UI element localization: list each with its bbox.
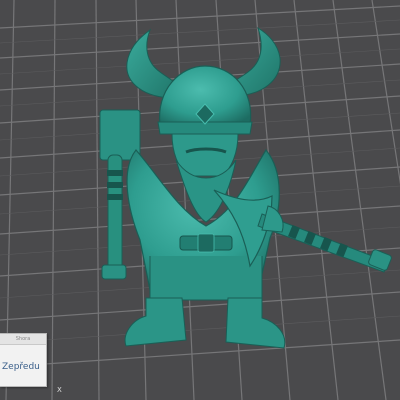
3d-viewport[interactable]: Shora Zepředu X bbox=[0, 0, 400, 400]
left-boot bbox=[124, 297, 187, 347]
view-cube-front-label[interactable]: Zepředu bbox=[0, 362, 40, 372]
view-orientation-cube[interactable]: Shora Zepředu bbox=[0, 333, 47, 387]
right-boot bbox=[225, 297, 286, 349]
view-cube-top-label[interactable]: Shora bbox=[0, 334, 46, 345]
dwarf-warrior-model[interactable] bbox=[0, 0, 400, 400]
belt-buckle bbox=[197, 233, 215, 253]
axis-x-label: X bbox=[57, 386, 62, 394]
